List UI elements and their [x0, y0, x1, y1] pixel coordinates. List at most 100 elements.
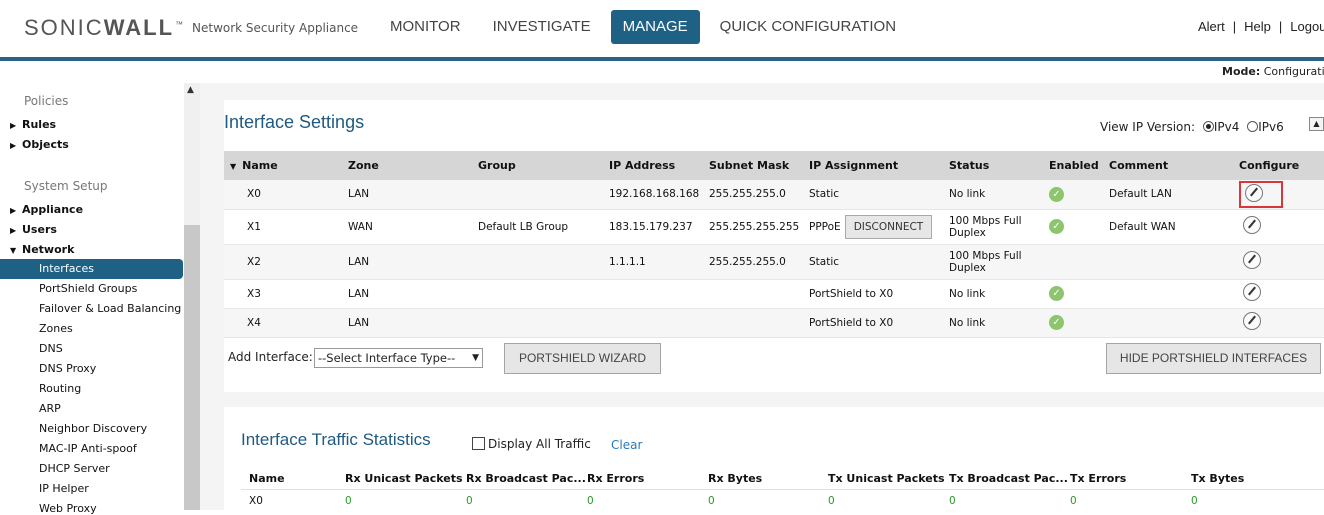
table-row[interactable]: X2 LAN 1.1.1.1 255.255.255.0 Static 100 …: [224, 244, 1324, 280]
column-header-zone[interactable]: Zone: [342, 151, 472, 180]
interface-type-select[interactable]: --Select Interface Type-- ▼: [314, 348, 483, 368]
nav-investigate[interactable]: INVESTIGATE: [481, 10, 603, 44]
cell-status: No link: [943, 308, 1043, 338]
column-header-enabled[interactable]: Enabled: [1043, 151, 1103, 180]
sidebar-item-dns[interactable]: DNS: [39, 342, 63, 355]
table-header-row: ▼ Name Zone Group IP Address Subnet Mask …: [224, 151, 1324, 180]
link-separator: |: [1278, 19, 1283, 34]
table-row[interactable]: X0 LAN 192.168.168.168 255.255.255.0 Sta…: [224, 180, 1324, 210]
sidebar-item-web-proxy[interactable]: Web Proxy: [39, 502, 97, 515]
top-links: Alert | Help | Logout: [1198, 19, 1324, 34]
traffic-col-rx-errors[interactable]: Rx Errors: [587, 472, 644, 485]
sidebar-scrollbar[interactable]: ▲: [184, 83, 200, 510]
traffic-col-name[interactable]: Name: [249, 472, 285, 485]
portshield-wizard-button[interactable]: PORTSHIELD WIZARD: [504, 343, 661, 374]
sidebar-item-routing[interactable]: Routing: [39, 382, 81, 395]
traffic-cell-value: 0: [345, 495, 352, 507]
sidebar-item-interfaces[interactable]: Interfaces: [0, 259, 183, 279]
traffic-cell-value: 0: [587, 495, 594, 507]
sidebar-item-mac-ip-anti-spoof[interactable]: MAC-IP Anti-spoof: [39, 442, 137, 455]
help-link[interactable]: Help: [1244, 19, 1271, 34]
column-header-subnet-mask[interactable]: Subnet Mask: [703, 151, 803, 180]
edit-pencil-icon[interactable]: [1243, 251, 1261, 269]
sidebar: Policies ▶ Rules ▶ Objects System Setup ▶ A…: [0, 83, 200, 515]
sidebar-group-label: Objects: [22, 138, 69, 151]
table-row[interactable]: X4 LAN PortShield to X0 No link ✓: [224, 308, 1324, 338]
sidebar-item-ip-helper[interactable]: IP Helper: [39, 482, 89, 495]
interface-table: ▼ Name Zone Group IP Address Subnet Mask …: [224, 151, 1324, 338]
sidebar-group-rules[interactable]: ▶ Rules: [10, 118, 56, 131]
disconnect-button[interactable]: DISCONNECT: [844, 214, 933, 239]
cell-subnet-mask: 255.255.255.0: [703, 244, 803, 280]
edit-pencil-icon[interactable]: [1243, 283, 1261, 301]
alert-link[interactable]: Alert: [1198, 19, 1225, 34]
scrollbar-thumb[interactable]: [184, 225, 200, 510]
cell-group: Default LB Group: [472, 209, 603, 245]
cell-zone: WAN: [342, 209, 472, 245]
sidebar-group-network[interactable]: ▼ Network: [10, 243, 74, 256]
hide-portshield-interfaces-button[interactable]: HIDE PORTSHIELD INTERFACES: [1106, 343, 1321, 374]
highlighted-configure: [1239, 180, 1283, 208]
nav-monitor[interactable]: MONITOR: [378, 10, 473, 44]
traffic-col-rx-broadcast[interactable]: Rx Broadcast Pac...: [466, 472, 586, 485]
traffic-col-rx-unicast[interactable]: Rx Unicast Packets: [345, 472, 463, 485]
logout-link[interactable]: Logout: [1290, 19, 1324, 34]
edit-pencil-icon[interactable]: [1243, 216, 1261, 234]
cell-enabled: ✓: [1043, 209, 1103, 245]
column-header-comment[interactable]: Comment: [1103, 151, 1233, 180]
cell-status: No link: [943, 279, 1043, 309]
nav-quick-configuration[interactable]: QUICK CONFIGURATION: [708, 10, 908, 44]
cell-status: No link: [943, 180, 1043, 210]
cell-group: [472, 279, 603, 309]
table-row[interactable]: X3 LAN PortShield to X0 No link ✓: [224, 279, 1324, 309]
traffic-col-tx-errors[interactable]: Tx Errors: [1070, 472, 1126, 485]
mode-indicator: Mode: Configuration: [1222, 65, 1324, 78]
traffic-col-tx-broadcast[interactable]: Tx Broadcast Pac...: [949, 472, 1068, 485]
sidebar-item-dns-proxy[interactable]: DNS Proxy: [39, 362, 96, 375]
configure-wrap: [1239, 282, 1279, 305]
edit-pencil-icon[interactable]: [1245, 183, 1263, 202]
column-header-status[interactable]: Status: [943, 151, 1043, 180]
sidebar-item-failover-load-balancing[interactable]: Failover & Load Balancing: [39, 302, 181, 315]
display-all-traffic-checkbox[interactable]: [472, 437, 485, 450]
logo-light-text: SONIC: [24, 15, 104, 40]
sidebar-group-objects[interactable]: ▶ Objects: [10, 138, 69, 151]
edit-pencil-icon[interactable]: [1243, 312, 1261, 330]
cell-subnet-mask: 255.255.255.255: [703, 209, 803, 245]
scroll-up-arrow-icon[interactable]: ▲: [187, 85, 194, 95]
sidebar-item-zones[interactable]: Zones: [39, 322, 73, 335]
sidebar-item-arp[interactable]: ARP: [39, 402, 61, 415]
traffic-col-tx-bytes[interactable]: Tx Bytes: [1191, 472, 1244, 485]
enabled-check-icon: ✓: [1049, 286, 1064, 301]
cell-comment: Default LAN: [1103, 180, 1233, 210]
collapse-arrow-icon: ▲: [1313, 119, 1320, 128]
clear-link[interactable]: Clear: [611, 438, 642, 452]
sidebar-group-label: Users: [22, 223, 57, 236]
sidebar-group-appliance[interactable]: ▶ Appliance: [10, 203, 83, 216]
sidebar-item-neighbor-discovery[interactable]: Neighbor Discovery: [39, 422, 147, 435]
column-header-group[interactable]: Group: [472, 151, 603, 180]
traffic-col-tx-unicast[interactable]: Tx Unicast Packets: [828, 472, 945, 485]
page-title: Interface Settings: [224, 112, 365, 132]
expand-triangle-icon: ▶: [10, 141, 17, 150]
ipv4-radio[interactable]: [1202, 121, 1214, 132]
table-row[interactable]: X1 WAN Default LB Group 183.15.179.237 2…: [224, 209, 1324, 245]
nav-manage[interactable]: MANAGE: [610, 10, 700, 44]
traffic-cell-value: 0: [1191, 495, 1198, 507]
traffic-statistics-panel: [224, 407, 1324, 510]
sidebar-item-dhcp-server[interactable]: DHCP Server: [39, 462, 110, 475]
cell-ip-address: [603, 279, 703, 309]
cell-ip-assignment: Static: [803, 244, 943, 280]
traffic-cell-value: 0: [708, 495, 715, 507]
ip-version-selector: View IP Version: IPv4 IPv6: [1100, 120, 1284, 134]
sidebar-group-users[interactable]: ▶ Users: [10, 223, 57, 236]
sidebar-item-portshield-groups[interactable]: PortShield Groups: [39, 282, 137, 295]
column-header-ip-assignment[interactable]: IP Assignment: [803, 151, 943, 180]
traffic-col-rx-bytes[interactable]: Rx Bytes: [708, 472, 762, 485]
cell-enabled: [1043, 244, 1103, 280]
collapse-panel-button[interactable]: ▲: [1309, 117, 1324, 131]
ipv6-radio[interactable]: [1247, 121, 1259, 132]
column-header-name[interactable]: ▼ Name: [224, 151, 342, 180]
cell-zone: LAN: [342, 308, 472, 338]
column-header-ip-address[interactable]: IP Address: [603, 151, 703, 180]
